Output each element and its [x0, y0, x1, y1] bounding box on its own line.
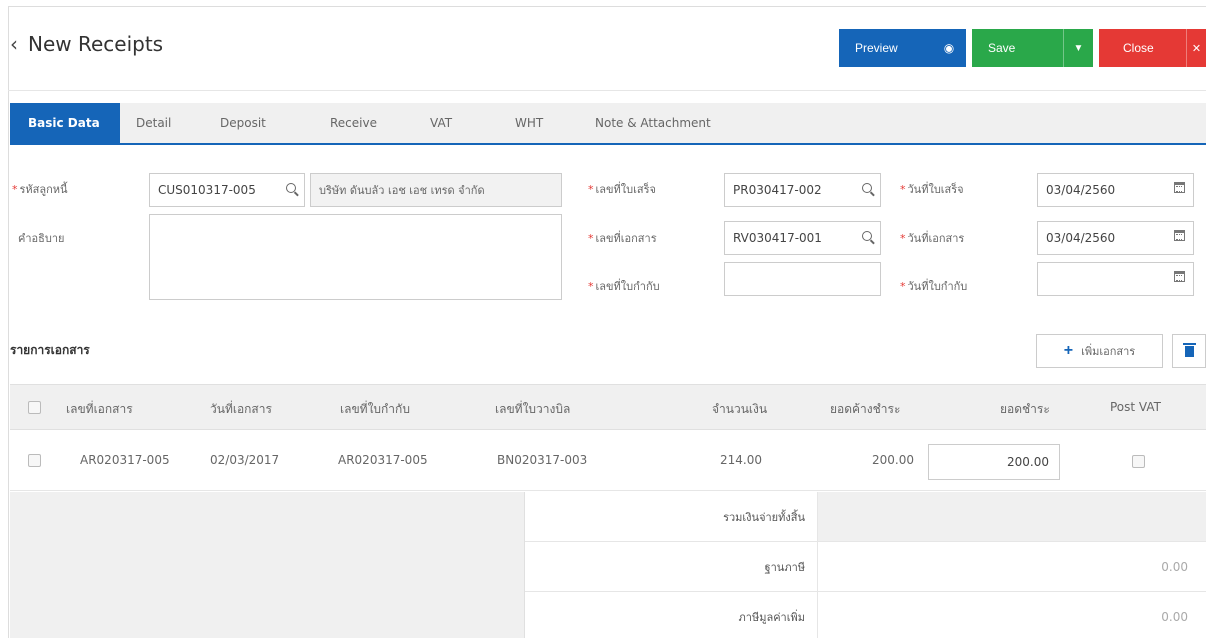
col-payment: ยอดชำระ: [1000, 402, 1050, 416]
tab-vat[interactable]: VAT: [390, 103, 455, 143]
total-payment-label: รวมเงินจ่ายทั้งสิ้น: [525, 492, 818, 542]
total-payment-value: [818, 492, 1206, 542]
trash-icon: [1182, 342, 1196, 357]
doc-date-input[interactable]: 03/04/2560: [1037, 221, 1194, 255]
customer-name-field: บริษัท ดันบลัว เอช เอช เทรด จำกัด: [310, 173, 562, 207]
header-divider: [8, 90, 1206, 91]
add-document-button[interactable]: + เพิ่มเอกสาร: [1036, 334, 1163, 368]
page-title: New Receipts: [28, 32, 164, 56]
row-tax-inv-no: AR020317-005: [338, 453, 428, 467]
search-icon[interactable]: [286, 182, 296, 196]
row-bill-no: BN020317-003: [497, 453, 588, 467]
col-doc-date: วันที่เอกสาร: [210, 402, 272, 416]
row-doc-date: 02/03/2017: [210, 453, 280, 467]
close-icon[interactable]: ✕: [1186, 29, 1206, 67]
description-textarea[interactable]: [149, 214, 562, 300]
search-icon[interactable]: [862, 230, 872, 244]
vat-label: ภาษีมูลค่าเพิ่ม: [525, 592, 818, 638]
tax-inv-date-input[interactable]: [1037, 262, 1194, 296]
select-all-checkbox[interactable]: [28, 401, 41, 414]
calendar-icon[interactable]: [1174, 182, 1185, 196]
save-button[interactable]: Save ▼: [972, 29, 1093, 67]
tax-inv-no-input[interactable]: [724, 262, 881, 296]
row-outstanding: 200.00: [872, 453, 914, 467]
payment-input[interactable]: 200.00: [928, 444, 1060, 480]
col-doc-no: เลขที่เอกสาร: [66, 402, 133, 416]
col-outstanding: ยอดค้างชำระ: [830, 402, 901, 416]
tab-receive[interactable]: Receive: [280, 103, 390, 143]
page-header: ‹ New Receipts: [10, 32, 163, 56]
tab-basic-data[interactable]: Basic Data: [10, 103, 120, 143]
delete-button[interactable]: [1172, 334, 1206, 368]
tax-inv-no-label: * เลขที่ใบกำกับ: [588, 280, 660, 293]
row-post-vat-checkbox[interactable]: [1132, 455, 1145, 468]
customer-code-input[interactable]: CUS010317-005: [149, 173, 305, 207]
description-label: คำอธิบาย: [18, 232, 65, 245]
table-header: เลขที่เอกสาร วันที่เอกสาร เลขที่ใบกำกับ …: [10, 384, 1206, 430]
calendar-icon[interactable]: [1174, 230, 1185, 244]
summary-spacer: [10, 492, 525, 638]
documents-section-title: รายการเอกสาร: [10, 343, 90, 357]
caret-down-icon[interactable]: ▼: [1063, 29, 1093, 67]
receipt-no-label: * เลขที่ใบเสร็จ: [588, 183, 656, 196]
preview-button-label: Preview: [855, 41, 898, 55]
row-doc-no: AR020317-005: [80, 453, 170, 467]
receipt-no-input[interactable]: PR030417-002: [724, 173, 881, 207]
tab-wht[interactable]: WHT: [455, 103, 545, 143]
receipt-date-label: * วันที่ใบเสร็จ: [900, 183, 964, 196]
col-amount: จำนวนเงิน: [712, 402, 768, 416]
doc-date-label: * วันที่เอกสาร: [900, 232, 965, 245]
close-button[interactable]: Close ✕: [1099, 29, 1206, 67]
tax-inv-date-label: * วันที่ใบกำกับ: [900, 280, 968, 293]
customer-code-label: * รหัสลูกหนี้: [12, 183, 68, 196]
receipt-date-input[interactable]: 03/04/2560: [1037, 173, 1194, 207]
tab-bar: Basic Data Detail Deposit Receive VAT WH…: [10, 103, 1206, 145]
row-amount: 214.00: [720, 453, 762, 467]
col-tax-inv-no: เลขที่ใบกำกับ: [340, 402, 410, 416]
tab-deposit[interactable]: Deposit: [190, 103, 280, 143]
plus-icon: +: [1063, 342, 1074, 359]
preview-button[interactable]: Preview ◉: [839, 29, 966, 67]
tab-detail[interactable]: Detail: [120, 103, 190, 143]
tax-base-label: ฐานภาษี: [525, 542, 818, 592]
col-bill-no: เลขที่ใบวางบิล: [495, 402, 571, 416]
doc-no-input[interactable]: RV030417-001: [724, 221, 881, 255]
close-button-label: Close: [1123, 41, 1154, 55]
eye-icon: ◉: [943, 41, 955, 55]
doc-no-label: * เลขที่เอกสาร: [588, 232, 657, 245]
search-icon[interactable]: [862, 182, 872, 196]
col-post-vat: Post VAT: [1110, 400, 1161, 414]
calendar-icon[interactable]: [1174, 271, 1185, 285]
save-button-label: Save: [988, 41, 1016, 55]
tab-note-attachment[interactable]: Note & Attachment: [545, 103, 745, 143]
vat-value: 0.00: [818, 592, 1206, 638]
chevron-left-icon[interactable]: ‹: [10, 32, 18, 56]
row-checkbox[interactable]: [28, 454, 41, 467]
add-document-label: เพิ่มเอกสาร: [1081, 346, 1136, 358]
tax-base-value: 0.00: [818, 542, 1206, 592]
